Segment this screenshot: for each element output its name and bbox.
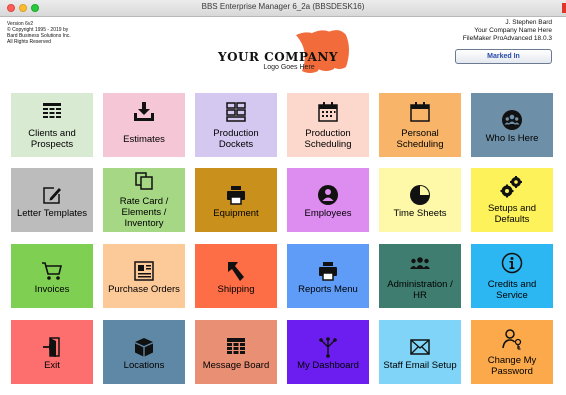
staff-email-setup-button[interactable]: Staff Email Setup xyxy=(379,320,461,384)
tile-label: Exit xyxy=(44,359,60,371)
logo-subtitle: Logo Goes Here xyxy=(263,64,315,71)
clients-and-prospects-button[interactable]: Clients and Prospects xyxy=(11,93,93,157)
rights-text: All Rights Reserved xyxy=(7,39,51,45)
production-scheduling-button[interactable]: Production Scheduling xyxy=(287,93,369,157)
purchase-orders-button[interactable]: Purchase Orders xyxy=(103,244,185,308)
tile-label: Letter Templates xyxy=(16,207,88,219)
printer-icon xyxy=(195,185,277,205)
employees-button[interactable]: Employees xyxy=(287,168,369,232)
my-dashboard-button[interactable]: My Dashboard xyxy=(287,320,369,384)
tile-label: Personal Scheduling xyxy=(396,128,444,150)
tile-label: Estimates xyxy=(123,133,165,145)
administration-hr-button[interactable]: Administration / HR xyxy=(379,244,461,308)
shipping-button[interactable]: Shipping xyxy=(195,244,277,308)
copy-pages-icon xyxy=(103,171,185,191)
tile-label: Shipping xyxy=(217,283,255,295)
tile-label: Production Scheduling xyxy=(304,128,352,150)
table-list-icon xyxy=(11,102,93,122)
people-circle-icon xyxy=(471,110,553,130)
filemaker-version: FileMaker ProAdvanced 18.0.3 xyxy=(462,35,552,42)
tile-label: Change My Password xyxy=(487,355,537,377)
group-icon xyxy=(379,253,461,273)
download-tray-icon xyxy=(103,102,185,122)
tile-label: Equipment xyxy=(213,207,259,219)
printer-icon xyxy=(287,261,369,281)
time-sheets-button[interactable]: Time Sheets xyxy=(379,168,461,232)
tile-label: Who Is Here xyxy=(485,132,539,144)
user-company: Your Company Name Here xyxy=(474,27,552,34)
person-circle-icon xyxy=(287,185,369,205)
message-grid-icon xyxy=(195,337,277,357)
invoices-button[interactable]: Invoices xyxy=(11,244,93,308)
return-arrow-icon xyxy=(195,261,277,281)
tile-label: Clients and Prospects xyxy=(28,128,76,150)
reports-menu-button[interactable]: Reports Menu xyxy=(287,244,369,308)
tile-label: Rate Card / Elements / Inventory xyxy=(119,196,169,229)
tile-label: Reports Menu xyxy=(298,283,358,295)
change-my-password-button[interactable]: Change My Password xyxy=(471,320,553,384)
production-dockets-button[interactable]: Production Dockets xyxy=(195,93,277,157)
equipment-button[interactable]: Equipment xyxy=(195,168,277,232)
gears-icon xyxy=(471,176,553,198)
who-is-here-button[interactable]: Who Is Here xyxy=(471,93,553,157)
company-logo: YOUR COMPANY Logo Goes Here xyxy=(212,27,352,75)
user-name: J. Stephen Bard xyxy=(505,19,552,26)
user-key-icon xyxy=(471,329,553,350)
tile-label: Setups and Defaults xyxy=(487,203,537,225)
box-icon xyxy=(103,337,185,357)
exit-button[interactable]: Exit xyxy=(11,320,93,384)
tile-label: Purchase Orders xyxy=(108,283,180,295)
locations-button[interactable]: Locations xyxy=(103,320,185,384)
marked-in-button[interactable]: Marked In xyxy=(455,49,552,64)
window-title: BBS Enterprise Manager 6_2a (BBSDESK16) xyxy=(201,2,365,11)
user-info: J. Stephen Bard Your Company Name Here F… xyxy=(463,19,552,43)
edit-note-icon xyxy=(11,185,93,205)
version-info: Version 6v2 © Copyright 1995 - 2019 by B… xyxy=(7,21,71,45)
personal-scheduling-button[interactable]: Personal Scheduling xyxy=(379,93,461,157)
envelope-icon xyxy=(379,337,461,357)
tile-label: Production Dockets xyxy=(213,128,259,150)
rate-card-elements-inventory-button[interactable]: Rate Card / Elements / Inventory xyxy=(103,168,185,232)
tile-label: Time Sheets xyxy=(393,207,447,219)
network-icon xyxy=(287,337,369,358)
newspaper-icon xyxy=(103,261,185,281)
tile-label: Employees xyxy=(304,207,352,219)
tile-label: My Dashboard xyxy=(297,359,359,371)
tile-label: Credits and Service xyxy=(487,279,537,301)
tile-label: Staff Email Setup xyxy=(383,359,457,371)
pie-chart-icon xyxy=(379,185,461,205)
logo-title: YOUR COMPANY xyxy=(218,50,338,64)
info-circle-icon xyxy=(471,252,553,274)
exit-door-icon xyxy=(11,337,93,357)
tile-label: Locations xyxy=(123,359,165,371)
tile-label: Message Board xyxy=(202,359,270,371)
calendar-grid-icon xyxy=(287,102,369,122)
message-board-button[interactable]: Message Board xyxy=(195,320,277,384)
grid-panels-icon xyxy=(195,102,277,122)
cart-icon xyxy=(11,261,93,281)
tile-label: Administration / HR xyxy=(387,279,453,301)
letter-templates-button[interactable]: Letter Templates xyxy=(11,168,93,232)
setups-and-defaults-button[interactable]: Setups and Defaults xyxy=(471,168,553,232)
window-edge-indicator xyxy=(562,3,566,13)
window-titlebar[interactable]: BBS Enterprise Manager 6_2a (BBSDESK16) xyxy=(0,0,566,17)
credits-and-service-button[interactable]: Credits and Service xyxy=(471,244,553,308)
calendar-blank-icon xyxy=(379,102,461,122)
tile-label: Invoices xyxy=(34,283,70,295)
estimates-button[interactable]: Estimates xyxy=(103,93,185,157)
